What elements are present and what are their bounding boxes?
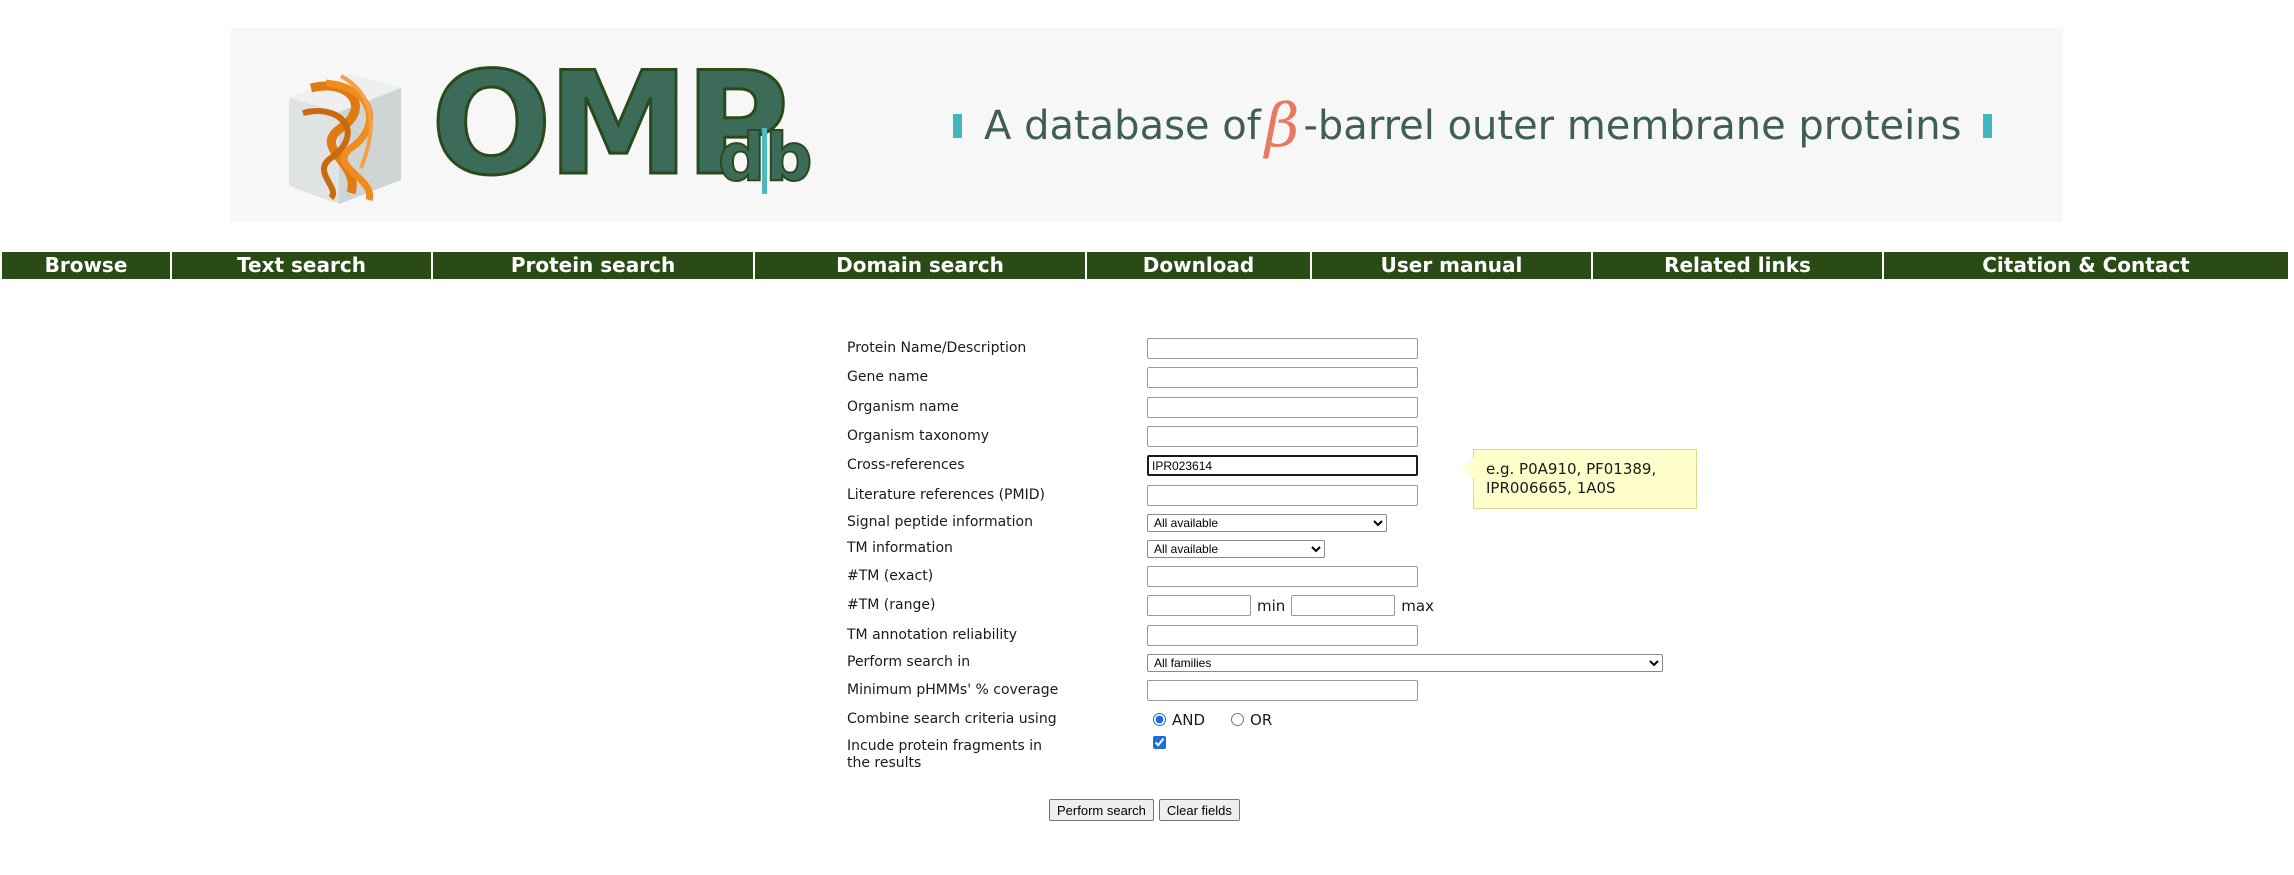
row-gene-name: Gene name bbox=[847, 363, 1747, 392]
nav-citation-contact[interactable]: Citation & Contact bbox=[1884, 252, 2288, 279]
tm-information-select[interactable]: All available bbox=[1147, 539, 1325, 558]
cross-references-tooltip: e.g. P0A910, PF01389, IPR006665, 1A0S bbox=[1462, 449, 1697, 509]
row-search-in: Perform search in All families bbox=[847, 650, 1747, 676]
literature-references-input[interactable] bbox=[1147, 484, 1418, 506]
cross-references-label: Cross-references bbox=[847, 457, 965, 474]
tm-reliability-input[interactable] bbox=[1147, 624, 1418, 646]
tagline-beta-symbol: β bbox=[1264, 91, 1300, 161]
nav-download[interactable]: Download bbox=[1087, 252, 1310, 279]
tagline-left-bar bbox=[953, 114, 962, 138]
text-search-form: Protein Name/Description Gene name Organ… bbox=[847, 334, 1747, 774]
tooltip-text: e.g. P0A910, PF01389, IPR006665, 1A0S bbox=[1486, 460, 1657, 497]
organism-taxonomy-label: Organism taxonomy bbox=[847, 428, 989, 445]
tooltip-arrow bbox=[1462, 458, 1474, 478]
nav-domain-search[interactable]: Domain search bbox=[755, 252, 1085, 279]
tagline-prefix: A database of bbox=[984, 103, 1261, 149]
row-tm-information: TM information All available bbox=[847, 536, 1747, 562]
combine-and-radio[interactable] bbox=[1153, 713, 1166, 727]
row-min-coverage: Minimum pHMMs' % coverage bbox=[847, 676, 1747, 705]
organism-name-label: Organism name bbox=[847, 398, 959, 415]
main-nav: Browse Text search Protein search Domain… bbox=[0, 252, 2294, 279]
cross-references-input[interactable] bbox=[1147, 455, 1418, 477]
tm-range-min-input[interactable] bbox=[1147, 595, 1251, 617]
header-banner: OMP db A database of β -barrel outer mem… bbox=[231, 28, 2063, 222]
beta-barrel-logo-icon bbox=[289, 74, 401, 204]
tagline: A database of β -barrel outer membrane p… bbox=[931, 86, 2014, 166]
search-in-select[interactable]: All families bbox=[1147, 653, 1663, 672]
clear-fields-button[interactable]: Clear fields bbox=[1158, 799, 1240, 821]
tm-range-max-input[interactable] bbox=[1291, 595, 1396, 617]
row-organism-name: Organism name bbox=[847, 393, 1747, 422]
logo-db-divider bbox=[762, 128, 767, 194]
nav-text-search[interactable]: Text search bbox=[172, 252, 431, 279]
row-tm-range: #TM (range) min max bbox=[847, 591, 1747, 620]
tm-range-max-label: max bbox=[1401, 596, 1434, 615]
gene-name-label: Gene name bbox=[847, 369, 929, 386]
tagline-suffix: -barrel outer membrane proteins bbox=[1303, 103, 1962, 149]
row-protein-name: Protein Name/Description bbox=[847, 334, 1747, 363]
form-buttons: Perform search Clear fields bbox=[1049, 799, 1245, 821]
tm-exact-label: #TM (exact) bbox=[847, 567, 934, 584]
combine-label: Combine search criteria using bbox=[847, 711, 1057, 728]
row-include-fragments: Incude protein fragments in the results bbox=[847, 734, 1747, 774]
tm-range-label: #TM (range) bbox=[847, 597, 936, 614]
combine-or-label: OR bbox=[1250, 710, 1273, 729]
perform-search-button[interactable]: Perform search bbox=[1049, 799, 1154, 821]
min-coverage-label: Minimum pHMMs' % coverage bbox=[847, 681, 1059, 698]
protein-name-label: Protein Name/Description bbox=[847, 340, 1027, 357]
row-combine: Combine search criteria using AND OR bbox=[847, 705, 1747, 734]
gene-name-input[interactable] bbox=[1147, 367, 1418, 389]
row-organism-taxonomy: Organism taxonomy bbox=[847, 422, 1747, 451]
nav-user-manual[interactable]: User manual bbox=[1312, 252, 1591, 279]
nav-related-links[interactable]: Related links bbox=[1593, 252, 1882, 279]
search-in-label: Perform search in bbox=[847, 654, 971, 671]
combine-or-radio[interactable] bbox=[1231, 713, 1245, 727]
combine-and-label: AND bbox=[1172, 710, 1206, 729]
include-fragments-label: Incude protein fragments in the results bbox=[847, 738, 1043, 772]
protein-name-input[interactable] bbox=[1147, 338, 1418, 360]
tagline-right-bar bbox=[1983, 114, 1993, 138]
tm-reliability-label: TM annotation reliability bbox=[847, 626, 1018, 643]
row-tm-exact: #TM (exact) bbox=[847, 562, 1747, 591]
tm-information-label: TM information bbox=[847, 540, 953, 557]
organism-taxonomy-input[interactable] bbox=[1147, 426, 1418, 448]
include-fragments-checkbox[interactable] bbox=[1153, 736, 1166, 750]
min-coverage-input[interactable] bbox=[1147, 679, 1418, 701]
organism-name-input[interactable] bbox=[1147, 396, 1418, 418]
literature-references-label: Literature references (PMID) bbox=[847, 486, 1045, 503]
tm-range-min-label: min bbox=[1257, 596, 1286, 615]
signal-peptide-label: Signal peptide information bbox=[847, 514, 1033, 531]
row-signal-peptide: Signal peptide information All available bbox=[847, 510, 1747, 536]
row-tm-reliability: TM annotation reliability bbox=[847, 620, 1747, 649]
signal-peptide-select[interactable]: All available bbox=[1147, 513, 1387, 532]
tm-exact-input[interactable] bbox=[1147, 565, 1418, 587]
nav-browse[interactable]: Browse bbox=[2, 252, 170, 279]
nav-protein-search[interactable]: Protein search bbox=[433, 252, 753, 279]
